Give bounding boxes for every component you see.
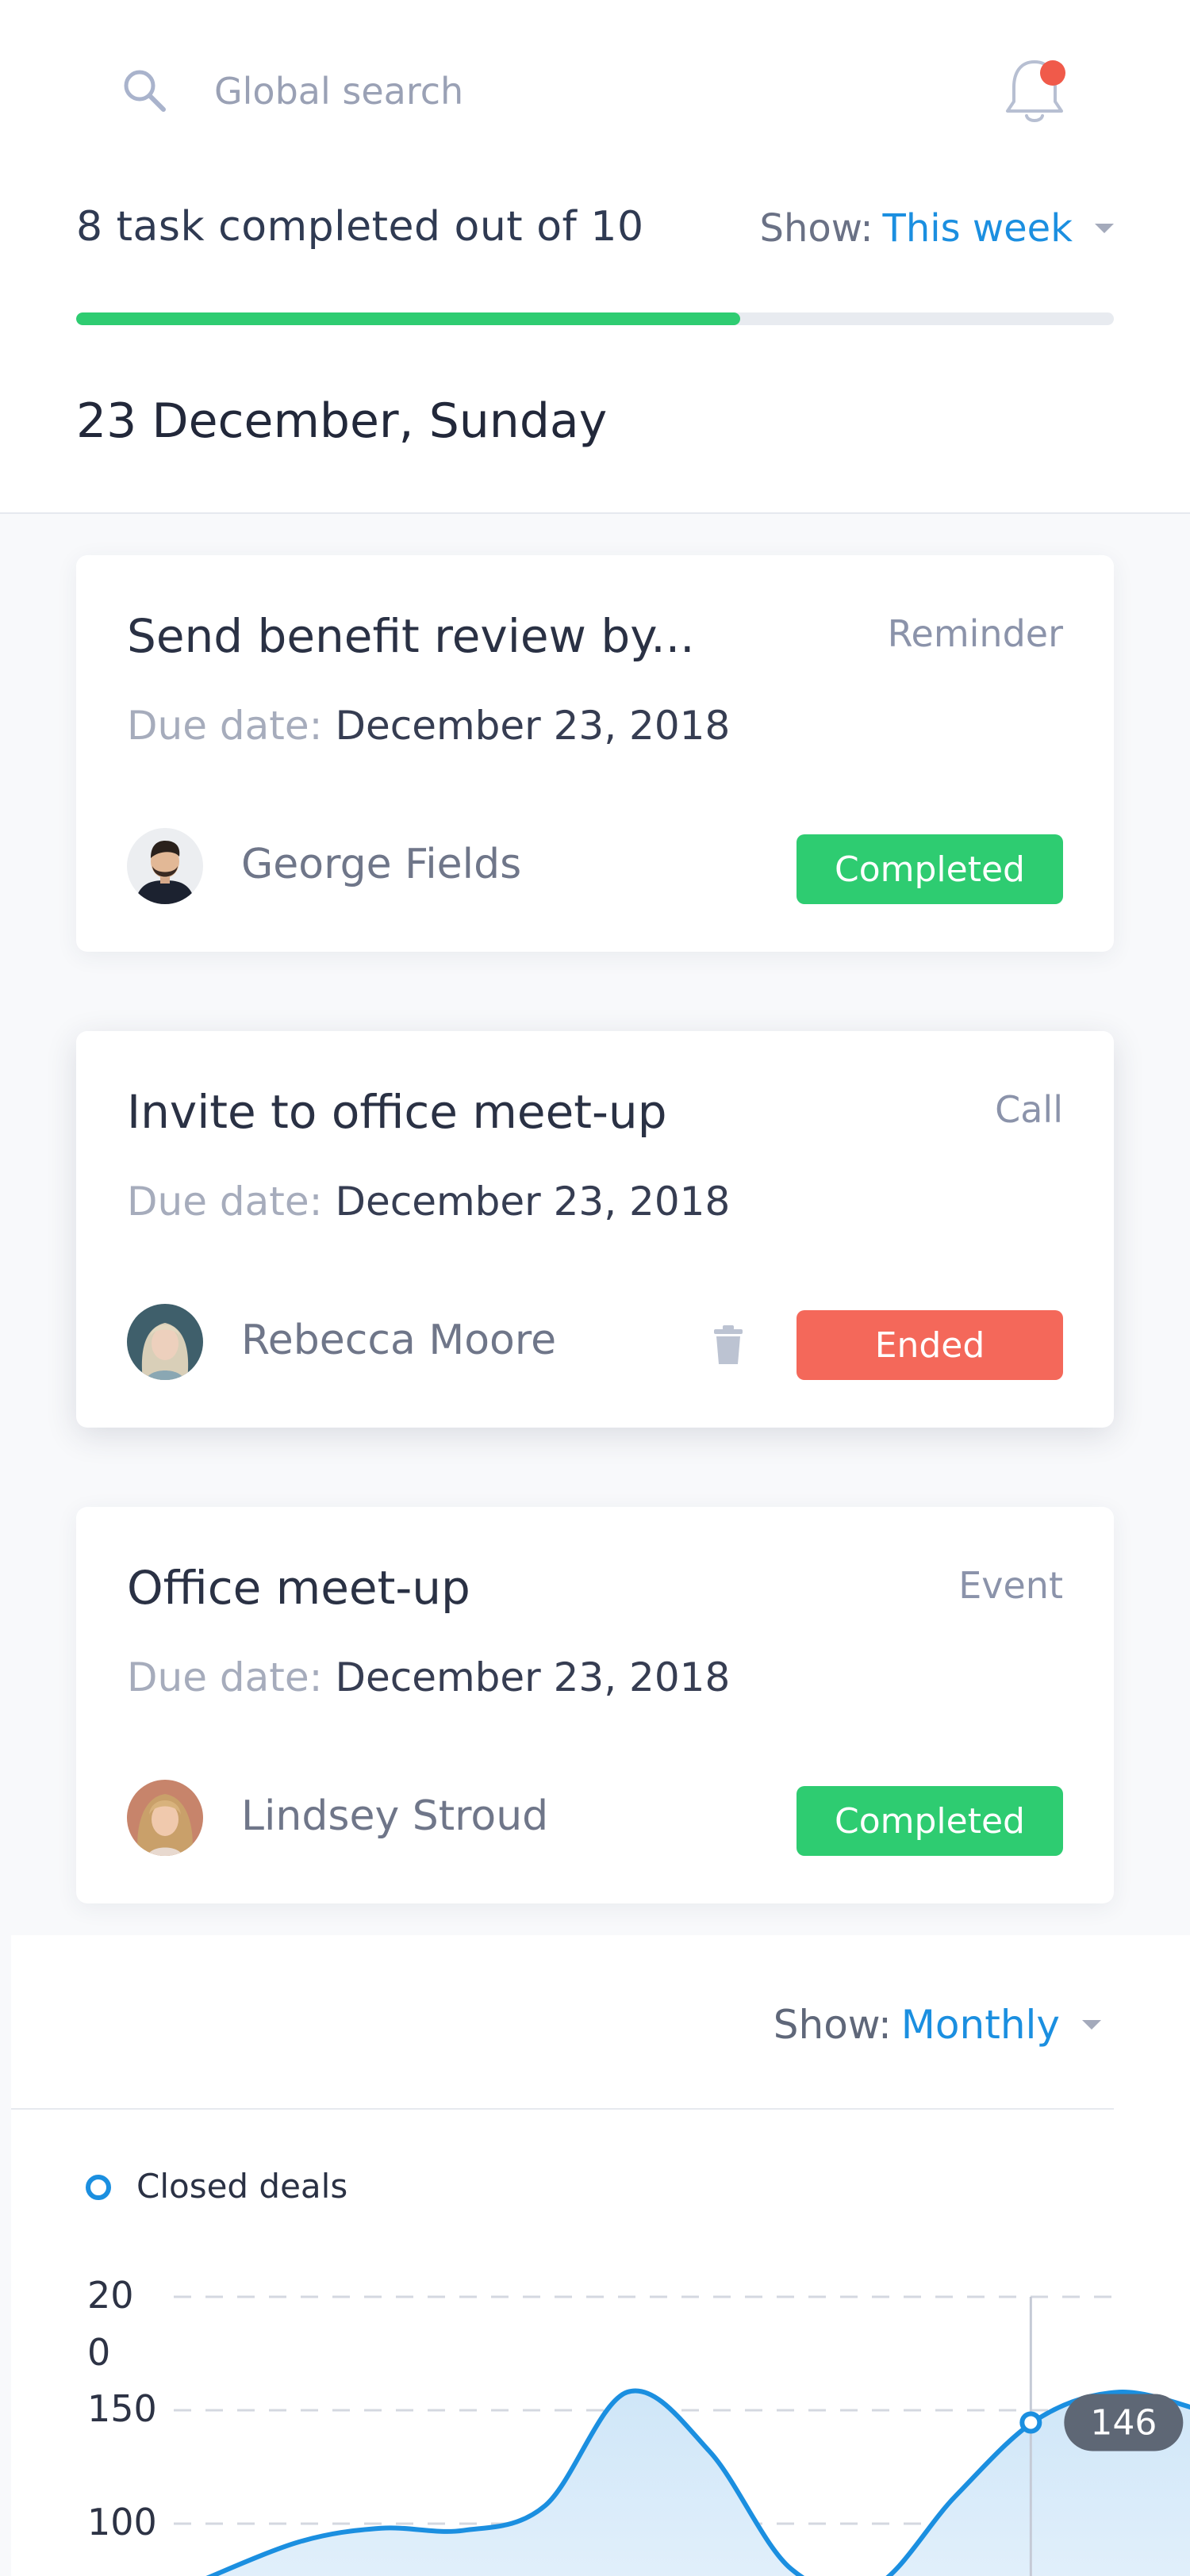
due-date-row: Due date: December 23, 2018 — [127, 703, 730, 749]
task-card[interactable]: Invite to office meet-up Call Due date: D… — [76, 1031, 1114, 1428]
avatar — [127, 1780, 203, 1856]
task-type: Reminder — [887, 612, 1063, 655]
period-filter-label: Show: — [759, 206, 873, 251]
y-tick-label: 100 — [87, 2501, 157, 2543]
status-badge-ended[interactable]: Ended — [797, 1310, 1063, 1380]
assignee-name: Lindsey Stroud — [241, 1792, 549, 1840]
status-badge-completed[interactable]: Completed — [797, 834, 1063, 904]
status-badge-completed[interactable]: Completed — [797, 1786, 1063, 1856]
task-title: Send benefit review by... — [127, 609, 695, 663]
due-date-row: Due date: December 23, 2018 — [127, 1654, 730, 1700]
caret-down-icon — [1095, 224, 1114, 233]
progress-summary: 8 task completed out of 10 — [76, 203, 644, 251]
notification-badge — [1040, 60, 1065, 86]
due-date-label: Due date: — [127, 703, 323, 749]
progress-bar — [76, 312, 1114, 325]
value-tooltip-label: 146 — [1090, 2402, 1157, 2443]
due-date-value: December 23, 2018 — [335, 1654, 731, 1700]
closed-deals-chart-panel: Show: Monthly Closed deals 20 0 150 100 146 — [11, 1935, 1190, 2576]
task-card[interactable]: Office meet-up Event Due date: December 2… — [76, 1507, 1114, 1903]
period-filter-value: This week — [882, 206, 1073, 251]
avatar — [127, 828, 203, 904]
trash-icon[interactable] — [711, 1324, 746, 1366]
due-date-label: Due date: — [127, 1654, 323, 1700]
top-section: 8 task completed out of 10 Show: This we… — [0, 0, 1190, 514]
y-tick-label: 0 — [87, 2331, 110, 2374]
period-filter-dropdown[interactable]: Show: This week — [759, 206, 1114, 251]
task-type: Call — [995, 1088, 1063, 1131]
search-input[interactable] — [214, 63, 706, 119]
date-heading: 23 December, Sunday — [76, 393, 608, 449]
assignee-name: George Fields — [241, 841, 522, 888]
y-tick-label: 20 — [87, 2274, 134, 2317]
y-tick-label: 150 — [87, 2387, 157, 2430]
avatar — [127, 1304, 203, 1380]
task-title: Office meet-up — [127, 1561, 470, 1615]
task-type: Event — [958, 1564, 1063, 1607]
due-date-row: Due date: December 23, 2018 — [127, 1179, 730, 1225]
highlight-point — [1019, 2411, 1042, 2434]
assignee-name: Rebecca Moore — [241, 1317, 557, 1364]
due-date-value: December 23, 2018 — [335, 703, 731, 749]
due-date-label: Due date: — [127, 1179, 323, 1225]
progress-bar-fill — [76, 312, 741, 325]
search-icon[interactable] — [119, 65, 170, 116]
area-chart[interactable]: 200150100146 — [11, 1935, 1190, 2576]
task-card[interactable]: Send benefit review by... Reminder Due d… — [76, 555, 1114, 952]
task-title: Invite to office meet-up — [127, 1085, 667, 1139]
due-date-value: December 23, 2018 — [335, 1179, 731, 1225]
